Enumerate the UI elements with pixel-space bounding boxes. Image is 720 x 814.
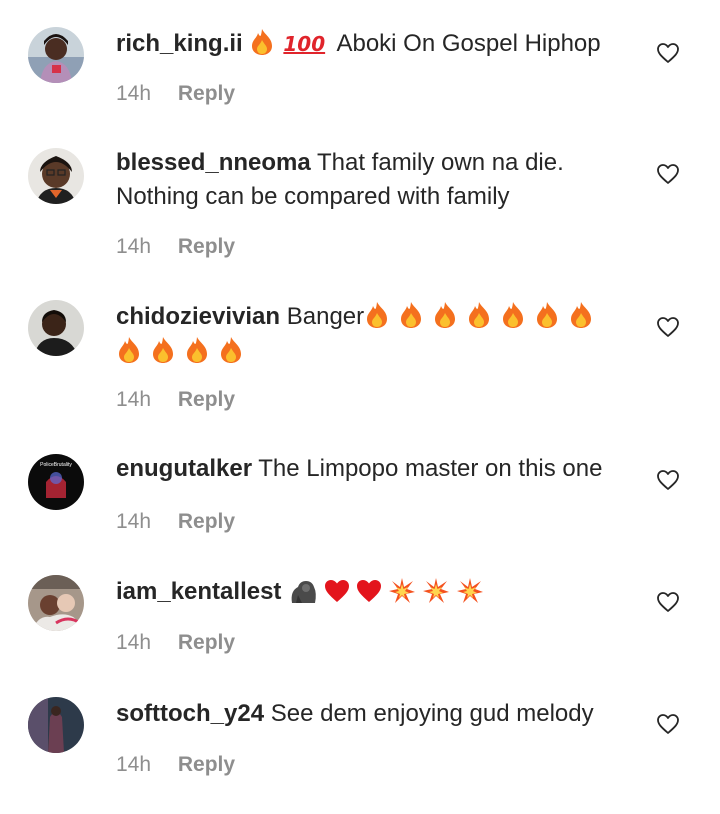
heart-outline-icon[interactable]: [656, 712, 680, 736]
avatar[interactable]: [28, 575, 84, 631]
collision-emoji-icon: [423, 578, 450, 603]
heart-outline-icon[interactable]: [656, 315, 680, 339]
reply-button[interactable]: Reply: [178, 753, 235, 776]
reply-button[interactable]: Reply: [178, 631, 235, 654]
comment-meta: 14h Reply: [116, 510, 235, 534]
avatar[interactable]: [28, 300, 84, 356]
avatar[interactable]: [28, 27, 84, 83]
comment-username[interactable]: softtoch_y24: [116, 700, 264, 727]
fire-emoji-icon: [119, 337, 139, 363]
comment-username[interactable]: blessed_nneoma: [116, 149, 311, 176]
avatar[interactable]: PoliceBrutality: [28, 454, 84, 510]
comment-meta: 14h Reply: [116, 753, 235, 777]
emoji-group: [288, 577, 490, 605]
reply-button[interactable]: Reply: [178, 235, 235, 258]
comment-text: See dem enjoying gud melody: [270, 700, 594, 727]
comment-time: 14h: [116, 753, 152, 776]
comment-body: iam_kentallest: [116, 574, 616, 609]
comment-time: 14h: [116, 82, 152, 105]
red-heart-emoji-icon: [357, 580, 382, 602]
fire-emoji-icon: [503, 302, 524, 328]
comment-body: blessed_nneoma That family own na die. N…: [116, 146, 616, 214]
comment-text: Banger: [286, 303, 365, 330]
heart-outline-icon[interactable]: [656, 162, 680, 186]
avatar-overlay-text: PoliceBrutality: [40, 462, 72, 468]
comment-time: 14h: [116, 388, 152, 411]
comment-time: 14h: [116, 631, 152, 654]
fire-emoji-icon: [153, 337, 173, 363]
fire-emoji-icon: [187, 337, 207, 363]
comment-body: chidozievivian Banger: [116, 299, 616, 369]
comment-username[interactable]: iam_kentallest: [116, 578, 281, 605]
comment-body: softtoch_y24 See dem enjoying gud melody: [116, 697, 616, 731]
reply-button[interactable]: Reply: [178, 510, 235, 533]
fire-emoji-icon: [435, 302, 456, 328]
comment-meta: 14h Reply: [116, 631, 235, 655]
avatar[interactable]: [28, 697, 84, 753]
comment-username[interactable]: rich_king.ii: [116, 30, 243, 57]
emoji-group: 100: [249, 29, 331, 57]
fire-emoji-icon: [367, 302, 388, 328]
comment-text: Aboki On Gospel Hiphop: [336, 30, 601, 57]
comment-meta: 14h Reply: [116, 235, 235, 259]
comment-body: enugutalker The Limpopo master on this o…: [116, 452, 616, 486]
reply-button[interactable]: Reply: [178, 82, 235, 105]
collision-emoji-icon: [457, 578, 484, 603]
heart-outline-icon[interactable]: [656, 41, 680, 65]
comment-username[interactable]: enugutalker: [116, 455, 252, 482]
gorilla-emoji-icon: [291, 581, 316, 603]
heart-outline-icon[interactable]: [656, 590, 680, 614]
comment-body: rich_king.ii 100 Aboki On Gospel Hiphop: [116, 26, 616, 61]
reply-button[interactable]: Reply: [178, 388, 235, 411]
comment-meta: 14h Reply: [116, 82, 235, 106]
comment-time: 14h: [116, 235, 152, 258]
fire-emoji-icon: [469, 302, 490, 328]
fire-emoji-icon: [221, 337, 241, 363]
heart-outline-icon[interactable]: [656, 468, 680, 492]
avatar[interactable]: [28, 148, 84, 204]
red-heart-emoji-icon: [325, 580, 350, 602]
comment-text: The Limpopo master on this one: [258, 455, 603, 482]
comment-username[interactable]: chidozievivian: [116, 303, 280, 330]
fire-emoji-icon: [401, 302, 422, 328]
fire-emoji-icon: [252, 29, 273, 55]
comment-time: 14h: [116, 510, 152, 533]
fire-emoji-icon: [537, 302, 558, 328]
collision-emoji-icon: [389, 578, 416, 603]
hundred-points-emoji-icon: 100: [283, 32, 326, 56]
fire-emoji-icon: [571, 302, 592, 328]
comment-meta: 14h Reply: [116, 388, 235, 412]
